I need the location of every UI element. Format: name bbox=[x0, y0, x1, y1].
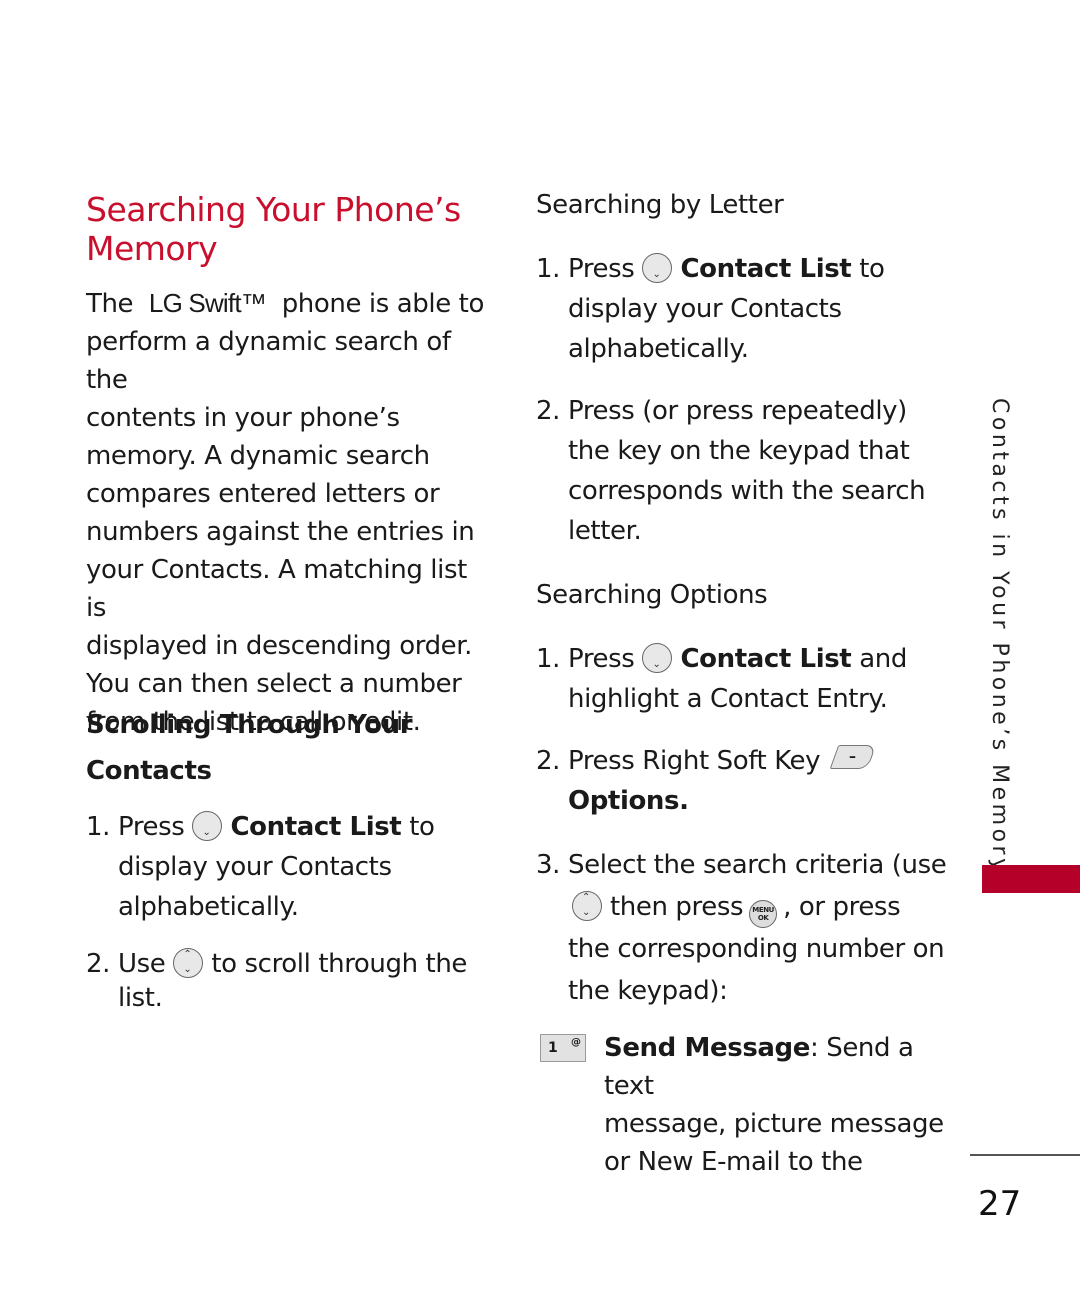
step-text: Press Right Soft Key bbox=[568, 746, 821, 776]
send-message-label: Send Message bbox=[604, 1033, 810, 1063]
options-step-1: 1. Press ⌄ Contact List and highlight a Co… bbox=[536, 639, 936, 729]
intro-prefix: The bbox=[86, 289, 134, 319]
step-text: to bbox=[859, 254, 885, 284]
step-text: the keypad): bbox=[568, 976, 728, 1006]
chapter-side-label-text: Contacts in Your Phone’s Memory bbox=[987, 398, 1012, 875]
step-text: to bbox=[409, 812, 435, 842]
options-step-3: 3. Select the search criteria (use ⌃ ⌄ the… bbox=[536, 844, 956, 1014]
step-text: Use bbox=[118, 949, 166, 979]
nav-down-key-icon: ⌄ bbox=[642, 643, 673, 673]
options-step-2: 2. Press Right Soft Key – Options. bbox=[536, 741, 936, 831]
intro-line: memory. A dynamic search bbox=[86, 441, 430, 471]
intro-line: compares entered letters or bbox=[86, 479, 440, 509]
step-text: then press bbox=[610, 892, 744, 922]
keypad-1-key-icon: 1 @ bbox=[540, 1034, 586, 1062]
step-text: Press bbox=[568, 254, 635, 284]
intro-paragraph: The LG Swift™ phone is able to perform a… bbox=[86, 284, 486, 741]
option-send-message: Send Message: Send a text message, pictu… bbox=[604, 1029, 964, 1181]
step-text: list. bbox=[118, 983, 163, 1013]
scrolling-step-1: 1. Press ⌄ Contact List to display your Co… bbox=[86, 807, 506, 937]
step-text: alphabetically. bbox=[118, 892, 299, 922]
page-number: 27 bbox=[978, 1184, 1022, 1224]
step-text: letter. bbox=[568, 516, 642, 546]
by-letter-step-2: 2. Press (or press repeatedly) the key o… bbox=[536, 391, 936, 561]
step-number: 3. bbox=[536, 850, 561, 880]
intro-line: perform a dynamic search of the bbox=[86, 327, 451, 395]
nav-updown-key-icon: ⌃ ⌄ bbox=[572, 891, 602, 921]
contact-list-label: Contact List bbox=[230, 812, 402, 842]
step-text: Press bbox=[568, 644, 635, 674]
intro-line: displayed in descending order. bbox=[86, 631, 473, 661]
intro-line: numbers against the entries in bbox=[86, 517, 475, 547]
step-number: 1. bbox=[536, 254, 561, 284]
options-label: Options. bbox=[568, 786, 689, 816]
chapter-tab-marker bbox=[982, 865, 1080, 893]
step-number: 2. bbox=[536, 396, 561, 426]
step-text: Press (or press repeatedly) bbox=[568, 396, 907, 426]
option-text: or New E-mail to the bbox=[604, 1147, 863, 1177]
step-text: , or press bbox=[783, 892, 901, 922]
contact-list-label: Contact List bbox=[680, 254, 852, 284]
scrolling-step-2: 2. Use ⌃ ⌄ to scroll through the list. bbox=[86, 943, 506, 1023]
step-text: the key on the keypad that bbox=[568, 436, 910, 466]
step-text: display your Contacts bbox=[568, 294, 842, 324]
scrolling-heading-line1: Scrolling Through Your bbox=[86, 710, 413, 740]
step-text: to scroll through the bbox=[211, 949, 468, 979]
scrolling-heading-line2: Contacts bbox=[86, 756, 212, 786]
step-text: alphabetically. bbox=[568, 334, 749, 364]
step-number: 2. bbox=[536, 746, 561, 776]
step-text: and bbox=[859, 644, 907, 674]
step-text: Select the search criteria (use bbox=[568, 850, 947, 880]
step-number: 1. bbox=[86, 812, 111, 842]
step-text: Press bbox=[118, 812, 185, 842]
product-name: LG Swift™ bbox=[148, 288, 267, 318]
step-number: 2. bbox=[86, 949, 111, 979]
intro-line: your Contacts. A matching list is bbox=[86, 555, 467, 623]
intro-line: contents in your phone’s bbox=[86, 403, 400, 433]
right-soft-key-icon: – bbox=[829, 745, 877, 769]
step-text: corresponds with the search bbox=[568, 476, 926, 506]
options-heading: Searching Options bbox=[536, 580, 768, 610]
option-text: message, picture message bbox=[604, 1109, 944, 1139]
intro-line: phone is able to bbox=[281, 289, 485, 319]
step-text: highlight a Contact Entry. bbox=[568, 684, 888, 714]
voicemail-icon: @ bbox=[571, 1037, 581, 1048]
contact-list-label: Contact List bbox=[680, 644, 852, 674]
nav-down-key-icon: ⌄ bbox=[192, 811, 223, 841]
step-number: 1. bbox=[536, 644, 561, 674]
intro-line: You can then select a number bbox=[86, 669, 462, 699]
step-text: the corresponding number on bbox=[568, 934, 945, 964]
nav-down-key-icon: ⌄ bbox=[642, 253, 673, 283]
footer-divider bbox=[970, 1154, 1080, 1156]
by-letter-step-1: 1. Press ⌄ Contact List to display your Co… bbox=[536, 249, 936, 379]
scrolling-heading: Scrolling Through Your Contacts bbox=[86, 702, 413, 794]
step-text: display your Contacts bbox=[118, 852, 392, 882]
menu-ok-key-icon: MENU OK bbox=[749, 900, 778, 928]
page-title: Searching Your Phone’s Memory bbox=[86, 190, 461, 268]
by-letter-heading: Searching by Letter bbox=[536, 190, 784, 220]
nav-updown-key-icon: ⌃ ⌄ bbox=[173, 948, 204, 978]
chapter-side-label: Contacts in Your Phone’s Memory bbox=[982, 398, 1022, 875]
